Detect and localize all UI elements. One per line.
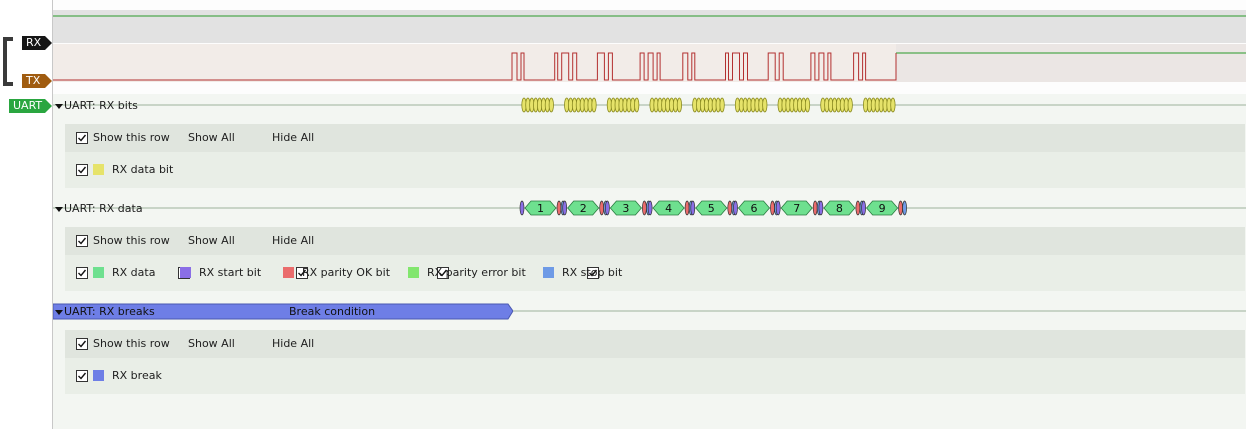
- rx-start-bit-mark: [690, 200, 696, 216]
- legend-label-rx-start-bit: RX start bit: [199, 266, 262, 279]
- channel-tag-uart-label: UART: [13, 99, 43, 112]
- rx-bit-mark: [762, 97, 768, 113]
- show-row-label-rx-breaks: Show this row: [93, 337, 170, 350]
- swatch-rx-parity-error-bit: [408, 267, 419, 278]
- rx-bit-mark: [548, 97, 554, 113]
- swatch-rx-data: [93, 267, 104, 278]
- legend-checkbox-rx-data-bit[interactable]: [76, 164, 88, 176]
- rx-parity-ok-mark: [812, 200, 818, 216]
- channel-labels: RX TX UART: [0, 0, 52, 429]
- rx-parity-ok-mark: [727, 200, 733, 216]
- rx-data-value: 4: [665, 202, 672, 215]
- rx-start-bit-mark: [733, 200, 738, 216]
- rx-start-bit-mark: [647, 200, 653, 216]
- collapse-arrow-icon[interactable]: [55, 309, 63, 315]
- show-row-label-rx-bits: Show this row: [93, 131, 170, 144]
- rx-parity-ok-mark: [599, 200, 605, 216]
- rx-parity-ok-mark: [684, 200, 690, 216]
- rx-bit-mark: [847, 97, 853, 113]
- swatch-rx-data-bit: [93, 164, 104, 175]
- rx-breaks-controls: Show this row Show All Hide All: [65, 330, 1245, 358]
- swatch-rx-stop-bit: [543, 267, 554, 278]
- rx-data-value: 7: [793, 202, 800, 215]
- show-row-label-rx-data: Show this row: [93, 234, 170, 247]
- rx-data-value: 1: [537, 202, 544, 215]
- rx-parity-ok-mark: [898, 200, 903, 216]
- waveform-area[interactable]: 1 2 3 4 5 6 7 8 9 UART: RX bits Show this row Sh…: [52, 0, 1246, 429]
- rx-start-bit-mark: [861, 200, 866, 216]
- break-condition-label: Break condition: [289, 305, 376, 318]
- rx-data-value: 6: [751, 202, 758, 215]
- rx-start-bit-mark: [775, 200, 781, 216]
- legend-label-rx-stop-bit: RX stop bit: [562, 266, 623, 279]
- rx-bit-mark: [591, 97, 597, 113]
- rx-data-value: 2: [580, 202, 587, 215]
- rx-bit-mark: [804, 97, 811, 113]
- row-title-rx-data-text: UART: RX data: [64, 202, 143, 215]
- rx-lane: [53, 10, 1246, 43]
- rx-parity-ok-mark: [556, 200, 562, 216]
- rx-start-bit-mark: [605, 200, 610, 216]
- channel-tag-tx[interactable]: TX: [22, 74, 52, 88]
- row-title-rx-bits[interactable]: UART: RX bits: [55, 99, 138, 112]
- rx-data-value: 9: [879, 202, 886, 215]
- rx-bit-mark: [890, 97, 896, 113]
- legend-label-rx-data: RX data: [112, 266, 156, 279]
- channel-tag-tx-label: TX: [26, 74, 41, 87]
- rx-start-bit-mark: [818, 200, 824, 216]
- show-row-checkbox-rx-bits[interactable]: [76, 132, 88, 144]
- rx-data-marks: 1 2 3 4 5 6 7 8 9: [519, 200, 907, 216]
- rx-breaks-legend: RX break: [65, 358, 1245, 394]
- rx-bit-mark: [676, 97, 683, 113]
- swatch-rx-start-bit: [180, 267, 191, 278]
- rx-parity-ok-mark: [770, 200, 775, 216]
- row-title-rx-bits-text: UART: RX bits: [64, 99, 138, 112]
- legend-checkbox-rx-data[interactable]: [76, 267, 88, 279]
- row-title-rx-breaks-text: UART: RX breaks: [64, 305, 155, 318]
- swatch-rx-parity-ok-bit: [283, 267, 294, 278]
- channel-group-bracket: [3, 37, 13, 86]
- rx-parity-ok-mark: [855, 200, 861, 216]
- rx-bit-mark: [719, 97, 725, 113]
- channel-tag-rx[interactable]: RX: [22, 36, 52, 50]
- rx-data-value: 5: [708, 202, 715, 215]
- legend-label-rx-data-bit: RX data bit: [112, 163, 174, 176]
- rx-start-bit-mark: [562, 200, 568, 216]
- rx-bits-controls: Show this row Show All Hide All: [65, 124, 1245, 152]
- show-row-checkbox-rx-data[interactable]: [76, 235, 88, 247]
- rx-start-bit-mark: [519, 200, 525, 216]
- legend-label-rx-break: RX break: [112, 369, 162, 382]
- show-all-button-rx-bits[interactable]: Show All: [188, 131, 235, 144]
- collapse-arrow-icon[interactable]: [55, 103, 63, 109]
- rx-stop-bit-mark: [902, 200, 907, 216]
- show-all-button-rx-breaks[interactable]: Show All: [188, 337, 235, 350]
- show-row-checkbox-rx-breaks[interactable]: [76, 338, 88, 350]
- rx-data-value: 3: [622, 202, 629, 215]
- tx-lane-idle-shade: [896, 44, 1246, 82]
- row-title-rx-data[interactable]: UART: RX data: [55, 202, 143, 215]
- rx-bits-legend: RX data bit: [65, 152, 1245, 188]
- channel-tag-uart[interactable]: UART: [9, 99, 52, 113]
- rx-bit-mark: [634, 97, 640, 113]
- rx-bits-marks: [521, 97, 896, 113]
- row-title-rx-breaks[interactable]: UART: RX breaks: [55, 305, 155, 318]
- hide-all-button-rx-bits[interactable]: Hide All: [272, 131, 314, 144]
- channel-tag-rx-label: RX: [26, 36, 42, 49]
- legend-label-rx-parity-ok-bit: RX parity OK bit: [302, 266, 391, 279]
- legend-label-rx-parity-error-bit: RX parity error bit: [427, 266, 526, 279]
- swatch-rx-break: [93, 370, 104, 381]
- hide-all-button-rx-breaks[interactable]: Hide All: [272, 337, 314, 350]
- show-all-button-rx-data[interactable]: Show All: [188, 234, 235, 247]
- rx-data-controls: Show this row Show All Hide All: [65, 227, 1245, 255]
- collapse-arrow-icon[interactable]: [55, 206, 63, 212]
- rx-data-value: 8: [836, 202, 843, 215]
- hide-all-button-rx-data[interactable]: Hide All: [272, 234, 314, 247]
- rx-parity-ok-mark: [642, 200, 647, 216]
- legend-checkbox-rx-break[interactable]: [76, 370, 88, 382]
- rx-data-legend: RX data RX start bit RX parity OK bit RX…: [65, 255, 1245, 291]
